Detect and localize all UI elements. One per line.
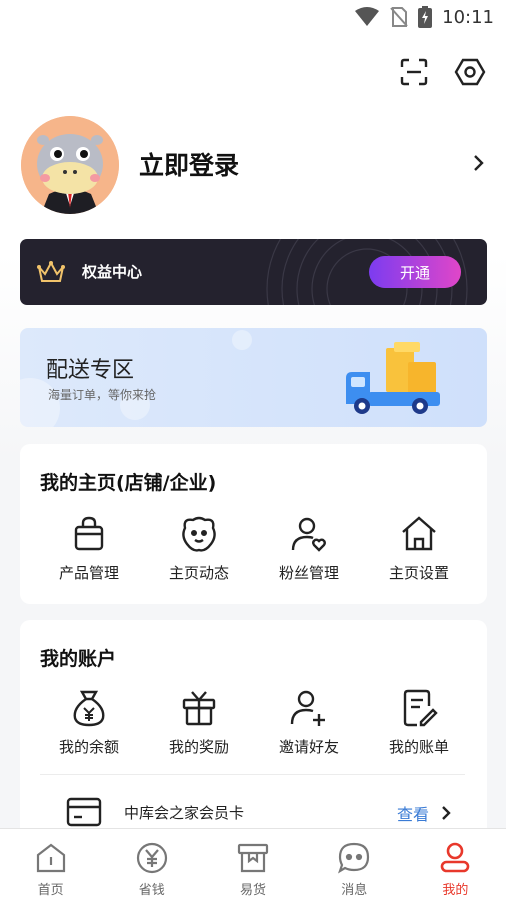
grid-item-label: 主页设置 bbox=[388, 564, 449, 582]
member-card-label: 中库会之家会员卡 bbox=[124, 804, 245, 822]
vip-center-card[interactable]: 权益中心 开通 bbox=[20, 239, 487, 305]
grid-item-label: 我的余额 bbox=[58, 738, 119, 756]
shopping-bag-icon bbox=[74, 516, 104, 551]
avatar[interactable] bbox=[21, 116, 119, 214]
tab-home[interactable]: 首页 bbox=[0, 829, 101, 900]
tab-label: 消息 bbox=[341, 883, 368, 898]
fans-management-button[interactable]: 粉丝管理 bbox=[254, 514, 364, 583]
grid-item-label: 我的账单 bbox=[388, 738, 449, 756]
grid-item-label: 我的奖励 bbox=[168, 738, 229, 756]
tab-mine[interactable]: 我的 bbox=[405, 829, 506, 900]
homepage-feed-button[interactable]: 主页动态 bbox=[144, 514, 254, 583]
face-icon bbox=[182, 516, 216, 552]
homepage-card-title: 我的主页(店铺/企业) bbox=[40, 472, 217, 494]
delivery-zone-banner[interactable]: 配送专区 海量订单，等你来抢 bbox=[20, 328, 487, 427]
money-bag-icon bbox=[73, 690, 105, 727]
delivery-subtitle: 海量订单，等你来抢 bbox=[48, 388, 157, 402]
tab-label: 省钱 bbox=[138, 883, 165, 898]
scan-icon bbox=[400, 58, 428, 86]
box-icon bbox=[237, 843, 269, 873]
tab-label: 易货 bbox=[240, 883, 267, 898]
grid-item-label: 主页动态 bbox=[168, 564, 229, 582]
status-bar: 10:11 bbox=[0, 0, 506, 34]
crown-icon bbox=[37, 260, 65, 282]
status-time: 10:11 bbox=[442, 6, 494, 28]
scan-button[interactable] bbox=[398, 56, 430, 88]
chevron-right-icon[interactable] bbox=[470, 152, 486, 174]
chat-icon bbox=[338, 842, 370, 874]
settings-button[interactable] bbox=[454, 56, 486, 88]
account-card-title: 我的账户 bbox=[40, 648, 117, 670]
delivery-title: 配送专区 bbox=[46, 358, 135, 383]
profile-tab-icon bbox=[441, 842, 470, 873]
truck-icon bbox=[346, 342, 440, 414]
tab-messages[interactable]: 消息 bbox=[304, 829, 405, 900]
divider bbox=[40, 774, 465, 775]
home-tab-icon bbox=[36, 843, 65, 873]
signal-icon bbox=[354, 7, 380, 27]
homepage-settings-button[interactable]: 主页设置 bbox=[364, 514, 474, 583]
grid-item-label: 产品管理 bbox=[58, 564, 119, 582]
card-icon bbox=[66, 797, 102, 827]
user-heart-icon bbox=[291, 517, 326, 552]
member-card-view-link[interactable]: 查看 bbox=[397, 801, 429, 825]
member-card-row[interactable]: 中库会之家会员卡 查看 bbox=[20, 792, 487, 832]
tab-save-money[interactable]: 省钱 bbox=[101, 829, 202, 900]
account-card: 我的账户 我的余额 我的奖励 邀请好友 我的账单 中库会之家会员卡 查看 bbox=[20, 620, 487, 850]
settings-icon bbox=[454, 58, 486, 86]
invite-friends-button[interactable]: 邀请好友 bbox=[254, 688, 364, 757]
grid-item-label: 粉丝管理 bbox=[278, 564, 339, 582]
rewards-button[interactable]: 我的奖励 bbox=[144, 688, 254, 757]
bill-button[interactable]: 我的账单 bbox=[364, 688, 474, 757]
chevron-right-icon bbox=[442, 806, 451, 820]
gift-icon bbox=[182, 691, 216, 726]
vip-open-button[interactable]: 开通 bbox=[369, 256, 461, 288]
yen-coin-icon bbox=[136, 842, 167, 874]
add-user-icon bbox=[290, 690, 325, 726]
login-link[interactable]: 立即登录 bbox=[139, 146, 239, 182]
battery-charging-icon bbox=[418, 6, 433, 28]
home-icon bbox=[402, 516, 436, 551]
homepage-card: 我的主页(店铺/企业) 产品管理 主页动态 粉丝管理 主页设置 bbox=[20, 444, 487, 604]
decorative-bubble bbox=[232, 330, 252, 350]
balance-button[interactable]: 我的余额 bbox=[34, 688, 144, 757]
no-sim-icon bbox=[390, 7, 408, 27]
vip-center-label: 权益中心 bbox=[82, 263, 143, 281]
hippo-avatar-icon bbox=[21, 116, 119, 214]
tab-label: 我的 bbox=[442, 883, 469, 898]
tab-label: 首页 bbox=[37, 883, 64, 898]
tab-barter[interactable]: 易货 bbox=[202, 829, 303, 900]
product-management-button[interactable]: 产品管理 bbox=[34, 514, 144, 583]
bottom-tab-bar: 首页 省钱 易货 消息 我的 bbox=[0, 828, 506, 900]
grid-item-label: 邀请好友 bbox=[278, 738, 339, 756]
bill-icon bbox=[403, 689, 438, 727]
